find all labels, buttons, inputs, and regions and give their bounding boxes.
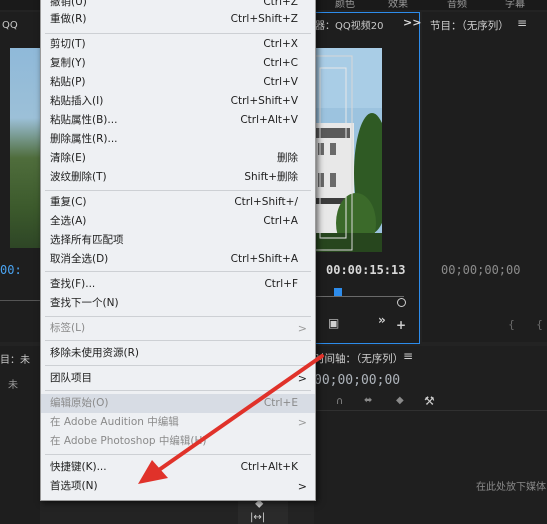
annotation-arrow <box>138 354 324 484</box>
